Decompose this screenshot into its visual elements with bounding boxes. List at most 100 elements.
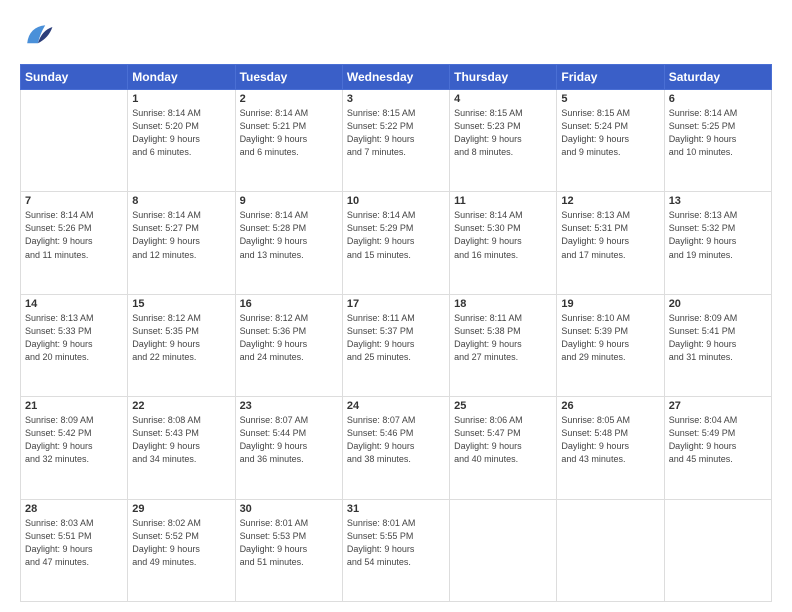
day-info: Sunrise: 8:14 AMSunset: 5:30 PMDaylight:… xyxy=(454,209,552,261)
day-number: 30 xyxy=(240,503,338,515)
day-number: 24 xyxy=(347,400,445,412)
day-info: Sunrise: 8:15 AMSunset: 5:23 PMDaylight:… xyxy=(454,107,552,159)
day-info: Sunrise: 8:14 AMSunset: 5:27 PMDaylight:… xyxy=(132,209,230,261)
calendar-cell: 14 Sunrise: 8:13 AMSunset: 5:33 PMDayligh… xyxy=(21,294,128,396)
day-number: 16 xyxy=(240,298,338,310)
week-row-2: 7 Sunrise: 8:14 AMSunset: 5:26 PMDaylight… xyxy=(21,192,772,294)
logo-icon xyxy=(20,18,56,54)
day-info: Sunrise: 8:04 AMSunset: 5:49 PMDaylight:… xyxy=(669,414,767,466)
day-info: Sunrise: 8:11 AMSunset: 5:37 PMDaylight:… xyxy=(347,312,445,364)
day-info: Sunrise: 8:14 AMSunset: 5:25 PMDaylight:… xyxy=(669,107,767,159)
day-number: 9 xyxy=(240,195,338,207)
calendar-cell: 26 Sunrise: 8:05 AMSunset: 5:48 PMDayligh… xyxy=(557,397,664,499)
calendar: SundayMondayTuesdayWednesdayThursdayFrid… xyxy=(20,64,772,602)
day-info: Sunrise: 8:13 AMSunset: 5:33 PMDaylight:… xyxy=(25,312,123,364)
weekday-header-row: SundayMondayTuesdayWednesdayThursdayFrid… xyxy=(21,65,772,90)
calendar-cell: 18 Sunrise: 8:11 AMSunset: 5:38 PMDayligh… xyxy=(450,294,557,396)
weekday-header-wednesday: Wednesday xyxy=(342,65,449,90)
day-number: 26 xyxy=(561,400,659,412)
day-info: Sunrise: 8:01 AMSunset: 5:55 PMDaylight:… xyxy=(347,517,445,569)
day-number: 20 xyxy=(669,298,767,310)
day-info: Sunrise: 8:14 AMSunset: 5:29 PMDaylight:… xyxy=(347,209,445,261)
day-number: 2 xyxy=(240,93,338,105)
day-info: Sunrise: 8:12 AMSunset: 5:36 PMDaylight:… xyxy=(240,312,338,364)
day-info: Sunrise: 8:03 AMSunset: 5:51 PMDaylight:… xyxy=(25,517,123,569)
calendar-cell: 21Sunrise: 8:09 AMSunset: 5:42 PMDayligh… xyxy=(21,397,128,499)
calendar-cell: 31 Sunrise: 8:01 AMSunset: 5:55 PMDayligh… xyxy=(342,499,449,601)
calendar-cell: 25 Sunrise: 8:06 AMSunset: 5:47 PMDayligh… xyxy=(450,397,557,499)
day-info: Sunrise: 8:13 AMSunset: 5:32 PMDaylight:… xyxy=(669,209,767,261)
day-number: 12 xyxy=(561,195,659,207)
day-info: Sunrise: 8:14 AMSunset: 5:26 PMDaylight:… xyxy=(25,209,123,261)
calendar-cell xyxy=(450,499,557,601)
day-number: 18 xyxy=(454,298,552,310)
calendar-cell: 11 Sunrise: 8:14 AMSunset: 5:30 PMDayligh… xyxy=(450,192,557,294)
day-number: 25 xyxy=(454,400,552,412)
day-number: 22 xyxy=(132,400,230,412)
day-info: Sunrise: 8:14 AMSunset: 5:21 PMDaylight:… xyxy=(240,107,338,159)
day-number: 29 xyxy=(132,503,230,515)
logo xyxy=(20,18,60,54)
day-info: Sunrise: 8:07 AMSunset: 5:46 PMDaylight:… xyxy=(347,414,445,466)
calendar-cell: 9 Sunrise: 8:14 AMSunset: 5:28 PMDaylight… xyxy=(235,192,342,294)
day-info: Sunrise: 8:15 AMSunset: 5:24 PMDaylight:… xyxy=(561,107,659,159)
day-info: Sunrise: 8:08 AMSunset: 5:43 PMDaylight:… xyxy=(132,414,230,466)
day-number: 28 xyxy=(25,503,123,515)
day-info: Sunrise: 8:12 AMSunset: 5:35 PMDaylight:… xyxy=(132,312,230,364)
weekday-header-sunday: Sunday xyxy=(21,65,128,90)
calendar-cell xyxy=(557,499,664,601)
day-number: 31 xyxy=(347,503,445,515)
weekday-header-monday: Monday xyxy=(128,65,235,90)
day-info: Sunrise: 8:01 AMSunset: 5:53 PMDaylight:… xyxy=(240,517,338,569)
day-number: 8 xyxy=(132,195,230,207)
day-number: 11 xyxy=(454,195,552,207)
calendar-cell: 8 Sunrise: 8:14 AMSunset: 5:27 PMDaylight… xyxy=(128,192,235,294)
calendar-cell: 19 Sunrise: 8:10 AMSunset: 5:39 PMDayligh… xyxy=(557,294,664,396)
day-info: Sunrise: 8:14 AMSunset: 5:20 PMDaylight:… xyxy=(132,107,230,159)
calendar-cell: 10 Sunrise: 8:14 AMSunset: 5:29 PMDayligh… xyxy=(342,192,449,294)
day-number: 23 xyxy=(240,400,338,412)
day-info: Sunrise: 8:09 AMSunset: 5:42 PMDaylight:… xyxy=(25,414,123,466)
calendar-cell: 24 Sunrise: 8:07 AMSunset: 5:46 PMDayligh… xyxy=(342,397,449,499)
week-row-4: 21Sunrise: 8:09 AMSunset: 5:42 PMDayligh… xyxy=(21,397,772,499)
day-info: Sunrise: 8:06 AMSunset: 5:47 PMDaylight:… xyxy=(454,414,552,466)
day-info: Sunrise: 8:14 AMSunset: 5:28 PMDaylight:… xyxy=(240,209,338,261)
calendar-cell: 5 Sunrise: 8:15 AMSunset: 5:24 PMDaylight… xyxy=(557,90,664,192)
day-number: 17 xyxy=(347,298,445,310)
day-number: 10 xyxy=(347,195,445,207)
day-info: Sunrise: 8:05 AMSunset: 5:48 PMDaylight:… xyxy=(561,414,659,466)
day-number: 14 xyxy=(25,298,123,310)
calendar-cell: 15Sunrise: 8:12 AMSunset: 5:35 PMDayligh… xyxy=(128,294,235,396)
calendar-cell: 2 Sunrise: 8:14 AMSunset: 5:21 PMDaylight… xyxy=(235,90,342,192)
calendar-cell: 3Sunrise: 8:15 AMSunset: 5:22 PMDaylight… xyxy=(342,90,449,192)
calendar-cell: 29 Sunrise: 8:02 AMSunset: 5:52 PMDayligh… xyxy=(128,499,235,601)
day-info: Sunrise: 8:02 AMSunset: 5:52 PMDaylight:… xyxy=(132,517,230,569)
calendar-cell: 16 Sunrise: 8:12 AMSunset: 5:36 PMDayligh… xyxy=(235,294,342,396)
calendar-cell: 23 Sunrise: 8:07 AMSunset: 5:44 PMDayligh… xyxy=(235,397,342,499)
weekday-header-friday: Friday xyxy=(557,65,664,90)
page: SundayMondayTuesdayWednesdayThursdayFrid… xyxy=(0,0,792,612)
week-row-1: 1 Sunrise: 8:14 AMSunset: 5:20 PMDaylight… xyxy=(21,90,772,192)
day-number: 3 xyxy=(347,93,445,105)
day-number: 13 xyxy=(669,195,767,207)
day-info: Sunrise: 8:07 AMSunset: 5:44 PMDaylight:… xyxy=(240,414,338,466)
day-info: Sunrise: 8:10 AMSunset: 5:39 PMDaylight:… xyxy=(561,312,659,364)
calendar-cell: 17 Sunrise: 8:11 AMSunset: 5:37 PMDayligh… xyxy=(342,294,449,396)
day-info: Sunrise: 8:11 AMSunset: 5:38 PMDaylight:… xyxy=(454,312,552,364)
week-row-5: 28 Sunrise: 8:03 AMSunset: 5:51 PMDayligh… xyxy=(21,499,772,601)
calendar-cell: 22 Sunrise: 8:08 AMSunset: 5:43 PMDayligh… xyxy=(128,397,235,499)
calendar-cell: 6Sunrise: 8:14 AMSunset: 5:25 PMDaylight… xyxy=(664,90,771,192)
weekday-header-thursday: Thursday xyxy=(450,65,557,90)
day-number: 5 xyxy=(561,93,659,105)
calendar-cell: 7 Sunrise: 8:14 AMSunset: 5:26 PMDaylight… xyxy=(21,192,128,294)
day-number: 27 xyxy=(669,400,767,412)
day-number: 19 xyxy=(561,298,659,310)
day-number: 1 xyxy=(132,93,230,105)
weekday-header-saturday: Saturday xyxy=(664,65,771,90)
calendar-cell: 20Sunrise: 8:09 AMSunset: 5:41 PMDayligh… xyxy=(664,294,771,396)
calendar-cell: 12Sunrise: 8:13 AMSunset: 5:31 PMDayligh… xyxy=(557,192,664,294)
calendar-cell xyxy=(21,90,128,192)
week-row-3: 14 Sunrise: 8:13 AMSunset: 5:33 PMDayligh… xyxy=(21,294,772,396)
day-number: 7 xyxy=(25,195,123,207)
day-number: 4 xyxy=(454,93,552,105)
